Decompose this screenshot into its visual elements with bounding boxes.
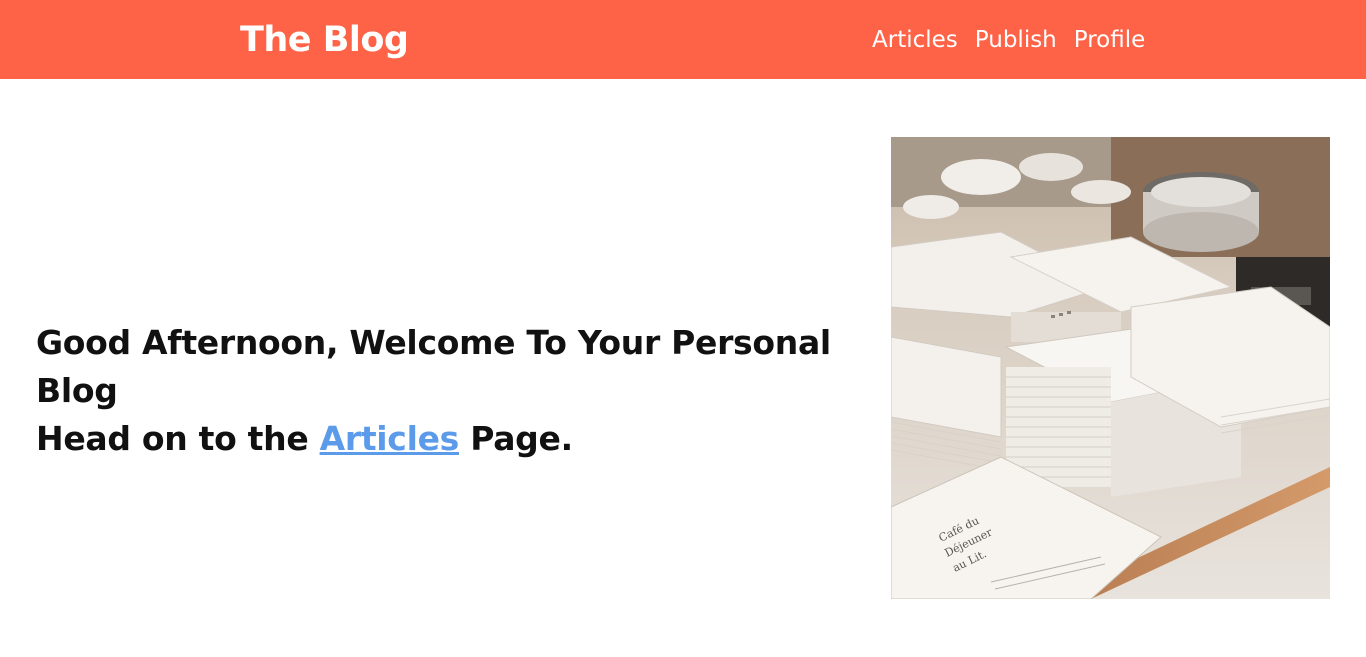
- articles-inline-link[interactable]: Articles: [320, 419, 460, 458]
- welcome-prefix: Head on to the: [36, 419, 320, 458]
- brand-logo-link[interactable]: The Blog: [240, 18, 409, 62]
- hero-photo: Café du Déjeuner au Lit.: [891, 137, 1330, 599]
- welcome-heading: Good Afternoon, Welcome To Your Personal…: [36, 319, 881, 463]
- nav-link-profile[interactable]: Profile: [1074, 24, 1146, 56]
- main-nav: Articles Publish Profile: [872, 24, 1145, 56]
- top-navbar: The Blog Articles Publish Profile: [0, 0, 1366, 79]
- welcome-line: Good Afternoon, Welcome To Your Personal…: [36, 323, 831, 410]
- hero-photo-illustration: Café du Déjeuner au Lit.: [891, 137, 1330, 599]
- nav-link-publish[interactable]: Publish: [975, 24, 1057, 56]
- welcome-suffix: Page.: [459, 419, 573, 458]
- nav-link-articles[interactable]: Articles: [872, 24, 958, 56]
